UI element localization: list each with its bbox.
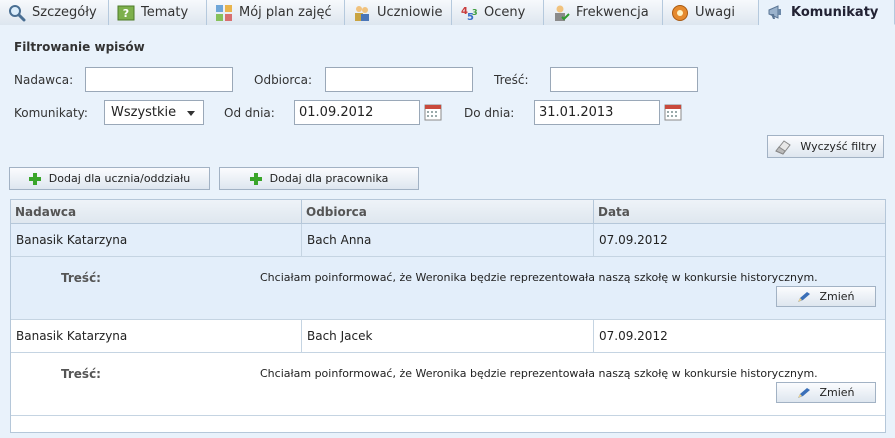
- messages-table: Nadawca Odbiorca Data Banasik Katarzyna …: [10, 199, 886, 433]
- sender-label: Nadawca:: [14, 73, 74, 87]
- sender-input[interactable]: [85, 67, 233, 92]
- row-recipient: Bach Jacek: [302, 320, 594, 352]
- table-row[interactable]: Banasik Katarzyna Bach Anna 07.09.2012: [11, 224, 885, 257]
- tab-label: Uwagi: [695, 5, 735, 20]
- edit-button[interactable]: Zmień: [776, 382, 876, 403]
- add-for-employee-label: Dodaj dla pracownika: [269, 172, 389, 185]
- edit-label: Zmień: [819, 386, 855, 399]
- tab-uwagi[interactable]: Uwagi: [663, 0, 759, 25]
- edit-label: Zmień: [819, 290, 855, 303]
- recipient-input[interactable]: [325, 67, 473, 92]
- content-input[interactable]: [550, 67, 698, 92]
- add-for-employee-button[interactable]: Dodaj dla pracownika: [219, 167, 419, 190]
- row-date: 07.09.2012: [599, 329, 668, 343]
- column-header-date[interactable]: Data: [594, 200, 885, 223]
- row-sender: Banasik Katarzyna: [11, 320, 302, 352]
- row-detail: Treść: Chciałam poinformować, że Weronik…: [11, 353, 885, 416]
- calendar-icon[interactable]: [664, 103, 682, 121]
- from-date-label: Od dnia:: [224, 106, 275, 120]
- svg-text:3: 3: [472, 8, 478, 17]
- column-header-recipient[interactable]: Odbiorca: [302, 200, 594, 223]
- tab-label: Frekwencja: [576, 5, 649, 20]
- attendance-icon: [552, 4, 570, 22]
- messages-panel: Filtrowanie wpisów Nadawca: Odbiorca: Tr…: [0, 25, 895, 438]
- tab-label: Oceny: [484, 5, 526, 20]
- schedule-icon: [215, 4, 233, 22]
- tab-label: Komunikaty: [791, 4, 879, 20]
- megaphone-icon: [767, 3, 785, 21]
- row-recipient: Bach Anna: [302, 224, 594, 256]
- tab-oceny[interactable]: 453 Oceny: [452, 0, 544, 25]
- tab-moj-plan-zajec[interactable]: Mój plan zajęć: [207, 0, 345, 25]
- tab-szczegoly[interactable]: Szczegóły: [0, 0, 109, 25]
- table-footer: [11, 416, 885, 432]
- tab-tematy[interactable]: ? Tematy: [109, 0, 207, 25]
- students-icon: [353, 4, 371, 22]
- svg-text:?: ?: [123, 7, 129, 20]
- add-for-student-button[interactable]: Dodaj dla ucznia/oddziału: [9, 167, 210, 190]
- messages-type-value: Wszystkie: [111, 105, 177, 120]
- tab-label: Tematy: [141, 5, 189, 20]
- tab-bar: Szczegóły ? Tematy Mój plan zajęć Ucznio…: [0, 0, 895, 25]
- clear-filters-label: Wyczyść filtry: [800, 140, 877, 153]
- row-date: 07.09.2012: [599, 233, 668, 247]
- chevron-down-icon: [187, 111, 195, 116]
- plus-icon: [249, 172, 262, 185]
- messages-type-label: Komunikaty:: [14, 106, 88, 120]
- detail-content-label: Treść:: [61, 271, 101, 285]
- magnifier-icon: [8, 4, 26, 22]
- row-sender: Banasik Katarzyna: [11, 224, 302, 256]
- pencil-icon: [797, 387, 811, 399]
- column-header-sender[interactable]: Nadawca: [11, 200, 302, 223]
- tab-label: Uczniowie: [377, 5, 443, 20]
- calendar-icon[interactable]: [424, 103, 442, 121]
- tab-label: Szczegóły: [32, 5, 97, 20]
- row-detail: Treść: Chciałam poinformować, że Weronik…: [11, 257, 885, 320]
- content-label: Treść:: [494, 73, 529, 87]
- tab-frekwencja[interactable]: Frekwencja: [544, 0, 663, 25]
- to-date-input[interactable]: [534, 100, 660, 125]
- from-date-input[interactable]: [294, 100, 420, 125]
- eraser-icon: [774, 139, 792, 155]
- tab-komunikaty[interactable]: Komunikaty: [759, 0, 895, 25]
- tab-label: Mój plan zajęć: [239, 5, 332, 20]
- recipient-label: Odbiorca:: [254, 73, 313, 87]
- table-row[interactable]: Banasik Katarzyna Bach Jacek 07.09.2012: [11, 320, 885, 353]
- filters-title: Filtrowanie wpisów: [14, 40, 145, 54]
- detail-content-text: Chciałam poinformować, że Weronika będzi…: [260, 367, 818, 380]
- pencil-icon: [797, 291, 811, 303]
- to-date-label: Do dnia:: [464, 106, 515, 120]
- plus-icon: [28, 172, 41, 185]
- add-for-student-label: Dodaj dla ucznia/oddziału: [48, 172, 191, 185]
- messages-type-select[interactable]: Wszystkie: [104, 100, 204, 125]
- table-header: Nadawca Odbiorca Data: [11, 200, 885, 224]
- tab-uczniowie[interactable]: Uczniowie: [345, 0, 452, 25]
- detail-content-text: Chciałam poinformować, że Weronika będzi…: [260, 271, 818, 284]
- edit-button[interactable]: Zmień: [776, 286, 876, 307]
- detail-content-label: Treść:: [61, 367, 101, 381]
- grades-icon: 453: [460, 4, 478, 22]
- remarks-icon: [671, 4, 689, 22]
- clear-filters-button[interactable]: Wyczyść filtry: [767, 135, 884, 158]
- topics-icon: ?: [117, 4, 135, 22]
